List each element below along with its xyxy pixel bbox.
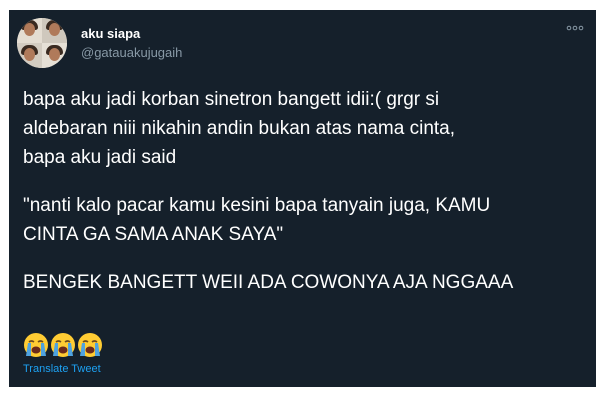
tweet-text: bapa aku jadi korban sinetron bangett id… [23,85,588,297]
avatar[interactable] [17,18,67,68]
loudly-crying-face-icon [51,333,75,357]
tweet-card: aku siapa @gatauakujugaih bapa aku jadi … [9,10,596,387]
tweet-line: bapa aku jadi said [23,147,177,168]
tweet-line: aldebaran niii nikahin andin bukan atas … [23,118,456,139]
more-options-icon[interactable] [566,24,584,32]
tweet-line: "nanti kalo pacar kamu kesini bapa tanya… [23,195,491,216]
user-handle[interactable]: @gatauakujugaih [81,45,182,61]
loudly-crying-face-icon [78,333,102,357]
tweet-line: bapa aku jadi korban sinetron bangett id… [23,89,440,110]
display-name[interactable]: aku siapa [81,26,140,42]
emoji-row [23,332,103,358]
translate-tweet-link[interactable]: Translate Tweet [23,362,101,376]
loudly-crying-face-icon [24,333,48,357]
tweet-line: BENGEK BANGETT WEII ADA COWONYA AJA NGGA… [23,272,514,293]
tweet-line: CINTA GA SAMA ANAK SAYA" [23,224,284,245]
